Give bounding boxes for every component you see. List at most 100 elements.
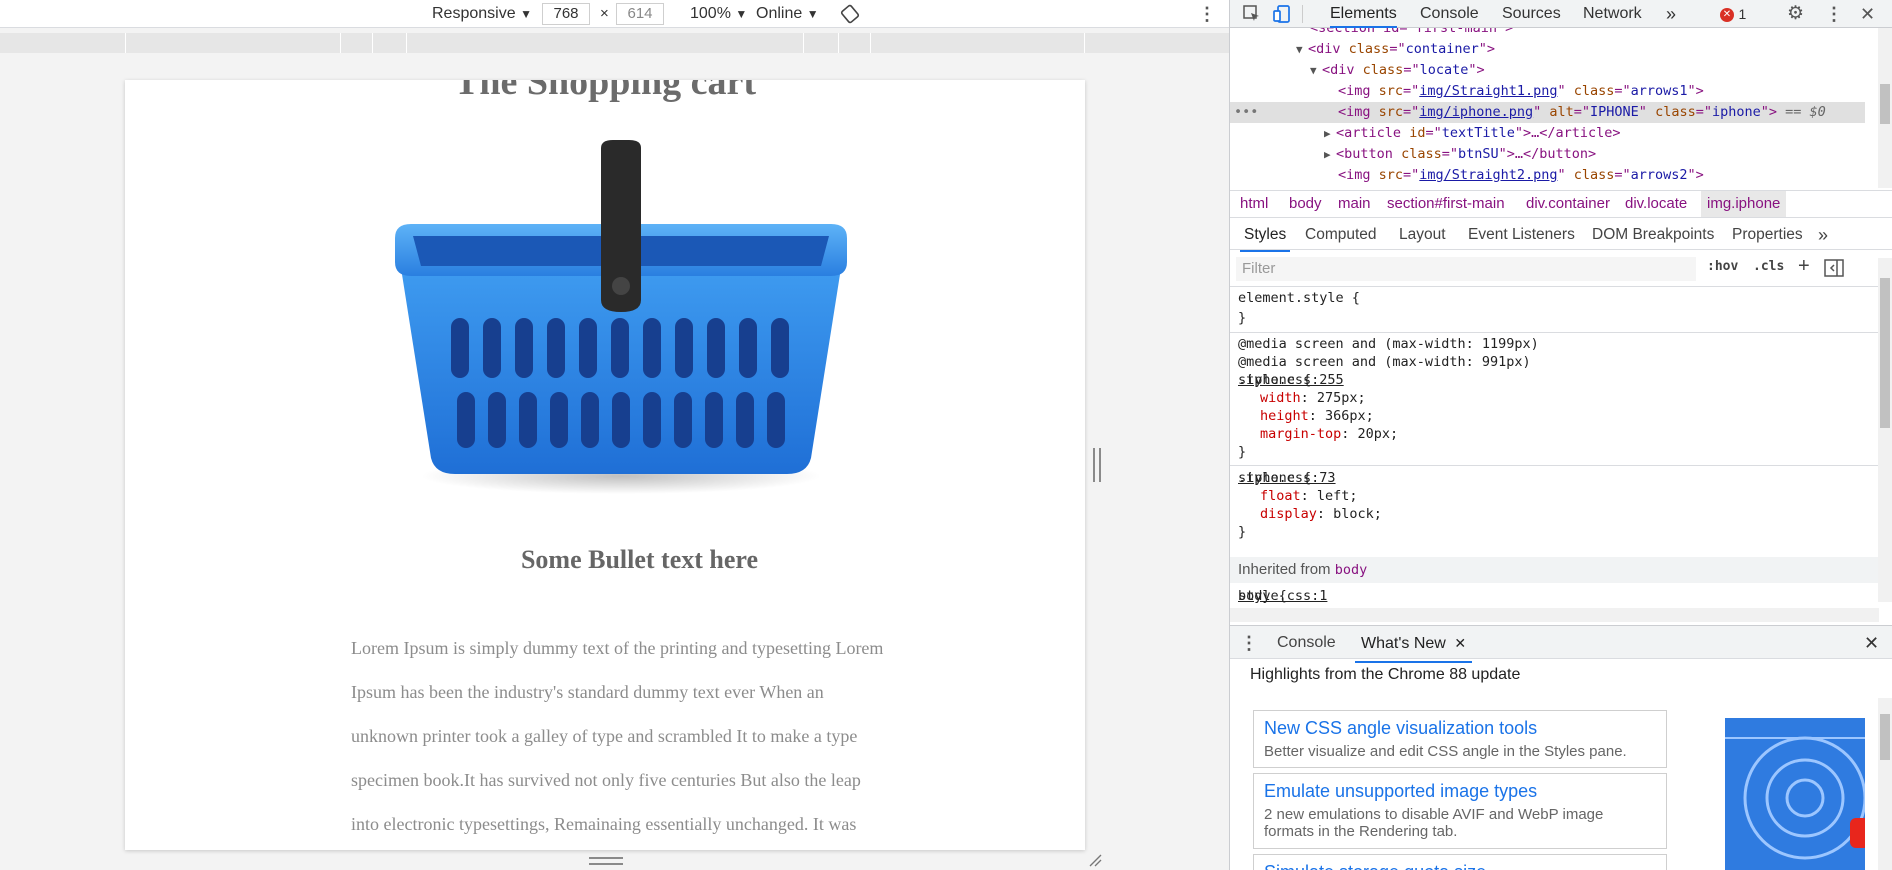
error-count: 1 bbox=[1738, 6, 1747, 22]
styles-subtabs: Styles Computed Layout Event Listeners D… bbox=[1230, 220, 1892, 252]
card-title[interactable]: New CSS angle visualization tools bbox=[1264, 717, 1656, 739]
dom-node[interactable]: <img src="img/Straight1.png" class="arro… bbox=[1230, 81, 1865, 102]
tab-properties[interactable]: Properties bbox=[1732, 220, 1803, 250]
tab-event-listeners[interactable]: Event Listeners bbox=[1468, 220, 1575, 250]
css-property[interactable]: margin-top: 20px; bbox=[1260, 425, 1398, 443]
inspect-element-icon[interactable] bbox=[1242, 0, 1262, 28]
dom-node[interactable]: <img src="img/Straight2.png" class="arro… bbox=[1230, 165, 1865, 186]
whats-new-card[interactable]: Emulate unsupported image types 2 new em… bbox=[1253, 773, 1667, 849]
css-property[interactable]: width: 275px; bbox=[1260, 389, 1366, 407]
whats-new-heading: Highlights from the Chrome 88 update bbox=[1250, 666, 1521, 683]
drawer-tab-console[interactable]: Console bbox=[1277, 626, 1336, 660]
source-link[interactable]: style.css:73 bbox=[1238, 469, 1875, 487]
element-style-rule[interactable]: element.style { bbox=[1238, 289, 1360, 307]
body-line: Lorem Ipsum is simply dummy text of the … bbox=[351, 638, 884, 658]
close-drawer-icon[interactable]: ✕ bbox=[1864, 626, 1879, 660]
breadcrumb-img-iphone[interactable]: img.iphone bbox=[1701, 191, 1787, 217]
device-toolbar-toggle-icon[interactable] bbox=[1272, 0, 1292, 28]
body-line: unknown printer took a galley of type an… bbox=[351, 726, 858, 746]
viewport-width-input[interactable]: 768 bbox=[542, 3, 590, 25]
breadcrumb-html[interactable]: html bbox=[1240, 191, 1268, 217]
close-tab-icon[interactable]: ✕ bbox=[1454, 635, 1466, 651]
devtools-main-tabbar: Elements Console Sources Network » ✕ 1 ⚙… bbox=[1230, 0, 1892, 28]
close-devtools-icon[interactable]: ✕ bbox=[1860, 0, 1875, 28]
card-title[interactable]: Simulate storage quota size bbox=[1264, 861, 1656, 870]
device-mode-dropdown[interactable]: Responsive ▼ bbox=[432, 4, 532, 24]
settings-gear-icon[interactable]: ⚙ bbox=[1787, 0, 1804, 28]
toggle-sidebar-icon[interactable] bbox=[1824, 259, 1844, 281]
resize-handle-bottom[interactable] bbox=[589, 857, 623, 865]
cls-toggle[interactable]: .cls bbox=[1753, 259, 1784, 274]
drawer-scrollbar[interactable] bbox=[1878, 698, 1892, 870]
css-property[interactable]: height: 366px; bbox=[1260, 407, 1374, 425]
breadcrumb-body[interactable]: body bbox=[1289, 191, 1322, 217]
media-query: @media screen and (max-width: 991px) bbox=[1238, 354, 1531, 370]
tab-sources[interactable]: Sources bbox=[1502, 0, 1561, 28]
dom-node[interactable]: ▼ <div class="locate"> bbox=[1230, 60, 1865, 81]
more-tabs-icon[interactable]: » bbox=[1666, 0, 1676, 28]
more-subtabs-icon[interactable]: » bbox=[1818, 220, 1828, 250]
dom-node-selected[interactable]: ••• <img src="img/iphone.png" alt="IPHON… bbox=[1230, 102, 1865, 123]
tab-network[interactable]: Network bbox=[1583, 0, 1642, 28]
caret-down-icon: ▼ bbox=[735, 7, 748, 21]
devtools-panel: Elements Console Sources Network » ✕ 1 ⚙… bbox=[1229, 0, 1892, 870]
breadcrumb-section[interactable]: section#first-main bbox=[1387, 191, 1505, 217]
viewport-height-input[interactable]: 614 bbox=[616, 3, 664, 25]
rotate-icon[interactable] bbox=[840, 4, 860, 24]
inherited-tag-link[interactable]: body bbox=[1335, 562, 1368, 578]
expand-triangle-icon[interactable]: ▶ bbox=[1324, 144, 1336, 165]
emulated-viewport: The Shopping cart Some Bullet text here … bbox=[125, 80, 1085, 850]
card-title[interactable]: Emulate unsupported image types bbox=[1264, 780, 1656, 802]
network-label: Online bbox=[756, 5, 803, 22]
device-emulation-area: Responsive ▼ 768 × 614 100% ▼ Online ▼ ⋮… bbox=[0, 0, 1229, 870]
styles-horizontal-scrollbar[interactable] bbox=[1230, 608, 1879, 622]
media-query-ruler[interactable] bbox=[0, 33, 1229, 53]
dom-node[interactable]: ▶ <article id="textTitle">…</article> bbox=[1230, 123, 1865, 144]
breadcrumb-main[interactable]: main bbox=[1338, 191, 1371, 217]
dom-node[interactable]: <section id="first-main"> bbox=[1230, 28, 1865, 39]
source-link[interactable]: style.css:1 bbox=[1238, 587, 1875, 605]
error-counter[interactable]: ✕ 1 bbox=[1720, 0, 1746, 28]
css-property[interactable]: float: left; bbox=[1260, 487, 1358, 505]
shopping-basket-icon bbox=[395, 140, 847, 494]
more-options-icon[interactable]: ⋮ bbox=[1198, 4, 1216, 24]
css-property[interactable]: display: block; bbox=[1260, 505, 1382, 523]
card-description: Better visualize and edit CSS angle in t… bbox=[1264, 743, 1627, 760]
dom-node[interactable]: ▼ <div class="container"> bbox=[1230, 39, 1865, 60]
page-body-text: Lorem Ipsum is simply dummy text of the … bbox=[351, 626, 951, 846]
expand-triangle-icon[interactable]: ▼ bbox=[1310, 60, 1322, 81]
rule-close: } bbox=[1238, 310, 1247, 326]
resize-handle-right[interactable] bbox=[1093, 448, 1101, 482]
tab-computed[interactable]: Computed bbox=[1305, 220, 1377, 250]
inherited-from-header: Inherited from body bbox=[1230, 557, 1879, 583]
drawer-menu-icon[interactable]: ⋮ bbox=[1240, 626, 1258, 660]
breadcrumb: html body main section#first-main div.co… bbox=[1230, 190, 1892, 218]
tab-dom-breakpoints[interactable]: DOM Breakpoints bbox=[1592, 220, 1714, 250]
dom-node[interactable]: ▶ <button class="btnSU">…</button> bbox=[1230, 144, 1865, 165]
network-throttle-dropdown[interactable]: Online ▼ bbox=[756, 4, 819, 24]
whats-new-card[interactable]: New CSS angle visualization tools Better… bbox=[1253, 710, 1667, 768]
dom-tree-scrollbar[interactable] bbox=[1878, 28, 1892, 188]
tab-styles[interactable]: Styles bbox=[1240, 220, 1291, 252]
body-line: into electronic typesettings, Remainaing… bbox=[351, 814, 857, 834]
new-style-rule-icon[interactable]: + bbox=[1798, 255, 1810, 278]
source-link[interactable]: style.css:255 bbox=[1238, 371, 1875, 389]
styles-filter-input[interactable]: Filter bbox=[1236, 257, 1696, 281]
expand-triangle-icon[interactable]: ▼ bbox=[1296, 39, 1308, 60]
breadcrumb-div-container[interactable]: div.container bbox=[1526, 191, 1610, 217]
tab-elements[interactable]: Elements bbox=[1330, 0, 1397, 28]
tab-layout[interactable]: Layout bbox=[1399, 220, 1446, 250]
chrome-update-illustration bbox=[1725, 718, 1865, 870]
tab-console[interactable]: Console bbox=[1420, 0, 1479, 28]
ellipsis-icon[interactable]: ••• bbox=[1234, 102, 1258, 123]
drawer-tab-whats-new[interactable]: What's New ✕ bbox=[1355, 626, 1473, 663]
card-description: 2 new emulations to disable AVIF and Web… bbox=[1264, 806, 1604, 840]
styles-scrollbar[interactable] bbox=[1878, 258, 1892, 602]
breadcrumb-div-locate[interactable]: div.locate bbox=[1625, 191, 1687, 217]
resize-handle-corner[interactable] bbox=[1088, 853, 1102, 867]
hov-toggle[interactable]: :hov bbox=[1707, 259, 1738, 274]
whats-new-card[interactable]: Simulate storage quota size bbox=[1253, 854, 1667, 870]
devtools-menu-icon[interactable]: ⋮ bbox=[1825, 0, 1843, 28]
expand-triangle-icon[interactable]: ▶ bbox=[1324, 123, 1336, 144]
zoom-dropdown[interactable]: 100% ▼ bbox=[690, 4, 747, 24]
